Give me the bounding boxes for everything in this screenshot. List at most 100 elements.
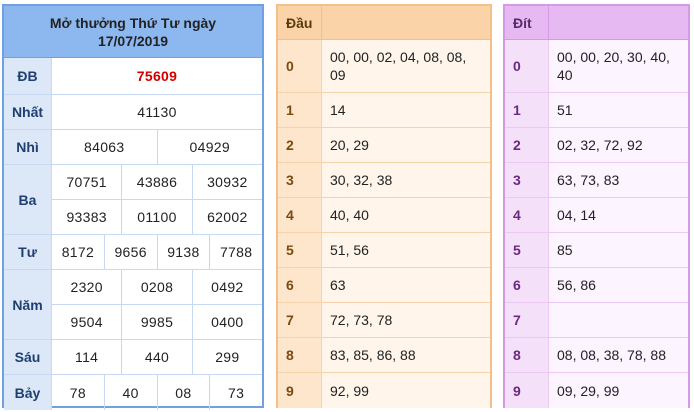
- prize-number: 2320: [70, 279, 103, 295]
- dit-row: 1 51: [505, 93, 688, 128]
- prize-label: Năm: [4, 270, 52, 339]
- prize-label: Bảy: [4, 375, 52, 410]
- prize-label: ĐB: [4, 58, 52, 94]
- prize-number: 78: [69, 384, 86, 401]
- dit-row: 0 00, 00, 20, 30, 40, 40: [505, 40, 688, 93]
- dit-row: 5 85: [505, 233, 688, 268]
- prize-values: 41130: [52, 95, 262, 129]
- prize-number: 84063: [84, 139, 125, 155]
- prize-values: 2320 0208 0492 9504 9985 0400: [52, 270, 262, 339]
- prize-number: 73: [209, 375, 262, 410]
- prize-line: 8172 9656 9138 7788: [52, 235, 262, 269]
- dau-row: 2 20, 29: [278, 128, 490, 163]
- dau-row: 0 00, 00, 02, 04, 08, 08, 09: [278, 40, 490, 93]
- prize-number: 93383: [66, 209, 107, 225]
- dau-numbers: 20, 29: [322, 128, 490, 162]
- prize-number: 0492: [191, 270, 262, 304]
- dit-numbers: 00, 00, 20, 30, 40, 40: [549, 40, 688, 92]
- prize-line: 2320 0208 0492: [52, 270, 262, 304]
- dau-numbers: 00, 00, 02, 04, 08, 08, 09: [322, 40, 490, 92]
- dit-digit: 0: [505, 40, 549, 92]
- dau-row: 1 14: [278, 93, 490, 128]
- dau-row: 5 51, 56: [278, 233, 490, 268]
- dau-numbers: 14: [322, 93, 490, 127]
- dit-digit: 8: [505, 338, 549, 372]
- prize-line: 114 440 299: [52, 340, 262, 374]
- dau-numbers: 63: [322, 268, 490, 302]
- prize-label: Nhất: [4, 95, 52, 129]
- dau-header-blank: [322, 6, 490, 39]
- dau-numbers: 83, 85, 86, 88: [322, 338, 490, 372]
- prize-label: Sáu: [4, 340, 52, 374]
- prize-line: 41130: [52, 95, 262, 129]
- prize-number: 43886: [121, 165, 191, 199]
- dau-digit: 2: [278, 128, 322, 162]
- dau-row: 9 92, 99: [278, 373, 490, 408]
- prize-number: 0208: [121, 270, 191, 304]
- prize-number: 9504: [70, 314, 103, 330]
- prize-line: 93383 01100 62002: [52, 199, 262, 234]
- dit-numbers: 56, 86: [549, 268, 688, 302]
- prize-number: 41130: [137, 104, 177, 120]
- prize-line: 9504 9985 0400: [52, 304, 262, 339]
- dit-numbers: 04, 14: [549, 198, 688, 232]
- prize-number: 9656: [103, 235, 157, 269]
- dit-digit: 4: [505, 198, 549, 232]
- dau-row: 4 40, 40: [278, 198, 490, 233]
- dau-row: 3 30, 32, 38: [278, 163, 490, 198]
- prize-number: 08: [156, 375, 210, 410]
- prize-row: Sáu 114 440 299: [4, 340, 262, 375]
- dau-digit: 3: [278, 163, 322, 197]
- dau-row: 8 83, 85, 86, 88: [278, 338, 490, 373]
- dit-body: 0 00, 00, 20, 30, 40, 40 1 51 2 02, 32, 72, 9…: [505, 40, 688, 408]
- dau-digit: 5: [278, 233, 322, 267]
- dit-row: 6 56, 86: [505, 268, 688, 303]
- prize-number: 299: [191, 340, 262, 374]
- dau-numbers: 40, 40: [322, 198, 490, 232]
- dit-row: 4 04, 14: [505, 198, 688, 233]
- dit-row: 8 08, 08, 38, 78, 88: [505, 338, 688, 373]
- prize-row: Nhì 84063 04929: [4, 130, 262, 165]
- prize-values: 8172 9656 9138 7788: [52, 235, 262, 269]
- dit-row: 2 02, 32, 72, 92: [505, 128, 688, 163]
- dau-table: Đầu 0 00, 00, 02, 04, 08, 08, 09 1 14 2 20, 2…: [276, 4, 492, 408]
- dit-row: 7: [505, 303, 688, 338]
- prize-row: ĐB 75609: [4, 58, 262, 95]
- prize-number: 440: [121, 340, 191, 374]
- prize-values: 84063 04929: [52, 130, 262, 164]
- dit-table: Đít 0 00, 00, 20, 30, 40, 40 1 51 2 02, 32, 7…: [503, 4, 690, 408]
- dau-body: 0 00, 00, 02, 04, 08, 08, 09 1 14 2 20, 29 3 30…: [278, 40, 490, 408]
- prize-number: 114: [75, 349, 99, 365]
- dit-digit: 5: [505, 233, 549, 267]
- results-body: ĐB 75609 Nhất 41130 Nhì 84063 04929 Ba 70751 4388…: [4, 58, 262, 410]
- prize-line: 84063 04929: [52, 130, 262, 164]
- dit-numbers: 51: [549, 93, 688, 127]
- dit-digit: 1: [505, 93, 549, 127]
- dit-numbers: 09, 29, 99: [549, 373, 688, 408]
- results-date: 17/07/2019: [97, 32, 169, 49]
- results-title-line1: Mở thưởng Thứ Tư ngày: [49, 14, 217, 31]
- prize-number: 9138: [156, 235, 210, 269]
- dau-numbers: 92, 99: [322, 373, 490, 408]
- dau-header: Đầu: [278, 6, 490, 40]
- prize-number: 04929: [156, 130, 263, 164]
- dit-header: Đít: [505, 6, 688, 40]
- special-prize-number: 75609: [136, 68, 178, 84]
- dau-digit: 1: [278, 93, 322, 127]
- dau-digit: 0: [278, 40, 322, 92]
- dit-digit: 2: [505, 128, 549, 162]
- prize-label: Ba: [4, 165, 52, 234]
- dit-digit: 7: [505, 303, 549, 337]
- prize-line: 70751 43886 30932: [52, 165, 262, 199]
- prize-row: Ba 70751 43886 30932 93383 01100 62002: [4, 165, 262, 235]
- dit-digit: 3: [505, 163, 549, 197]
- prize-values: 70751 43886 30932 93383 01100 62002: [52, 165, 262, 234]
- dit-numbers: 63, 73, 83: [549, 163, 688, 197]
- dau-numbers: 51, 56: [322, 233, 490, 267]
- prize-number: 0400: [191, 305, 262, 339]
- prize-number: 9985: [121, 305, 191, 339]
- prize-number: 62002: [191, 200, 262, 234]
- dau-digit: 9: [278, 373, 322, 408]
- dit-digit: 6: [505, 268, 549, 302]
- dit-numbers: 85: [549, 233, 688, 267]
